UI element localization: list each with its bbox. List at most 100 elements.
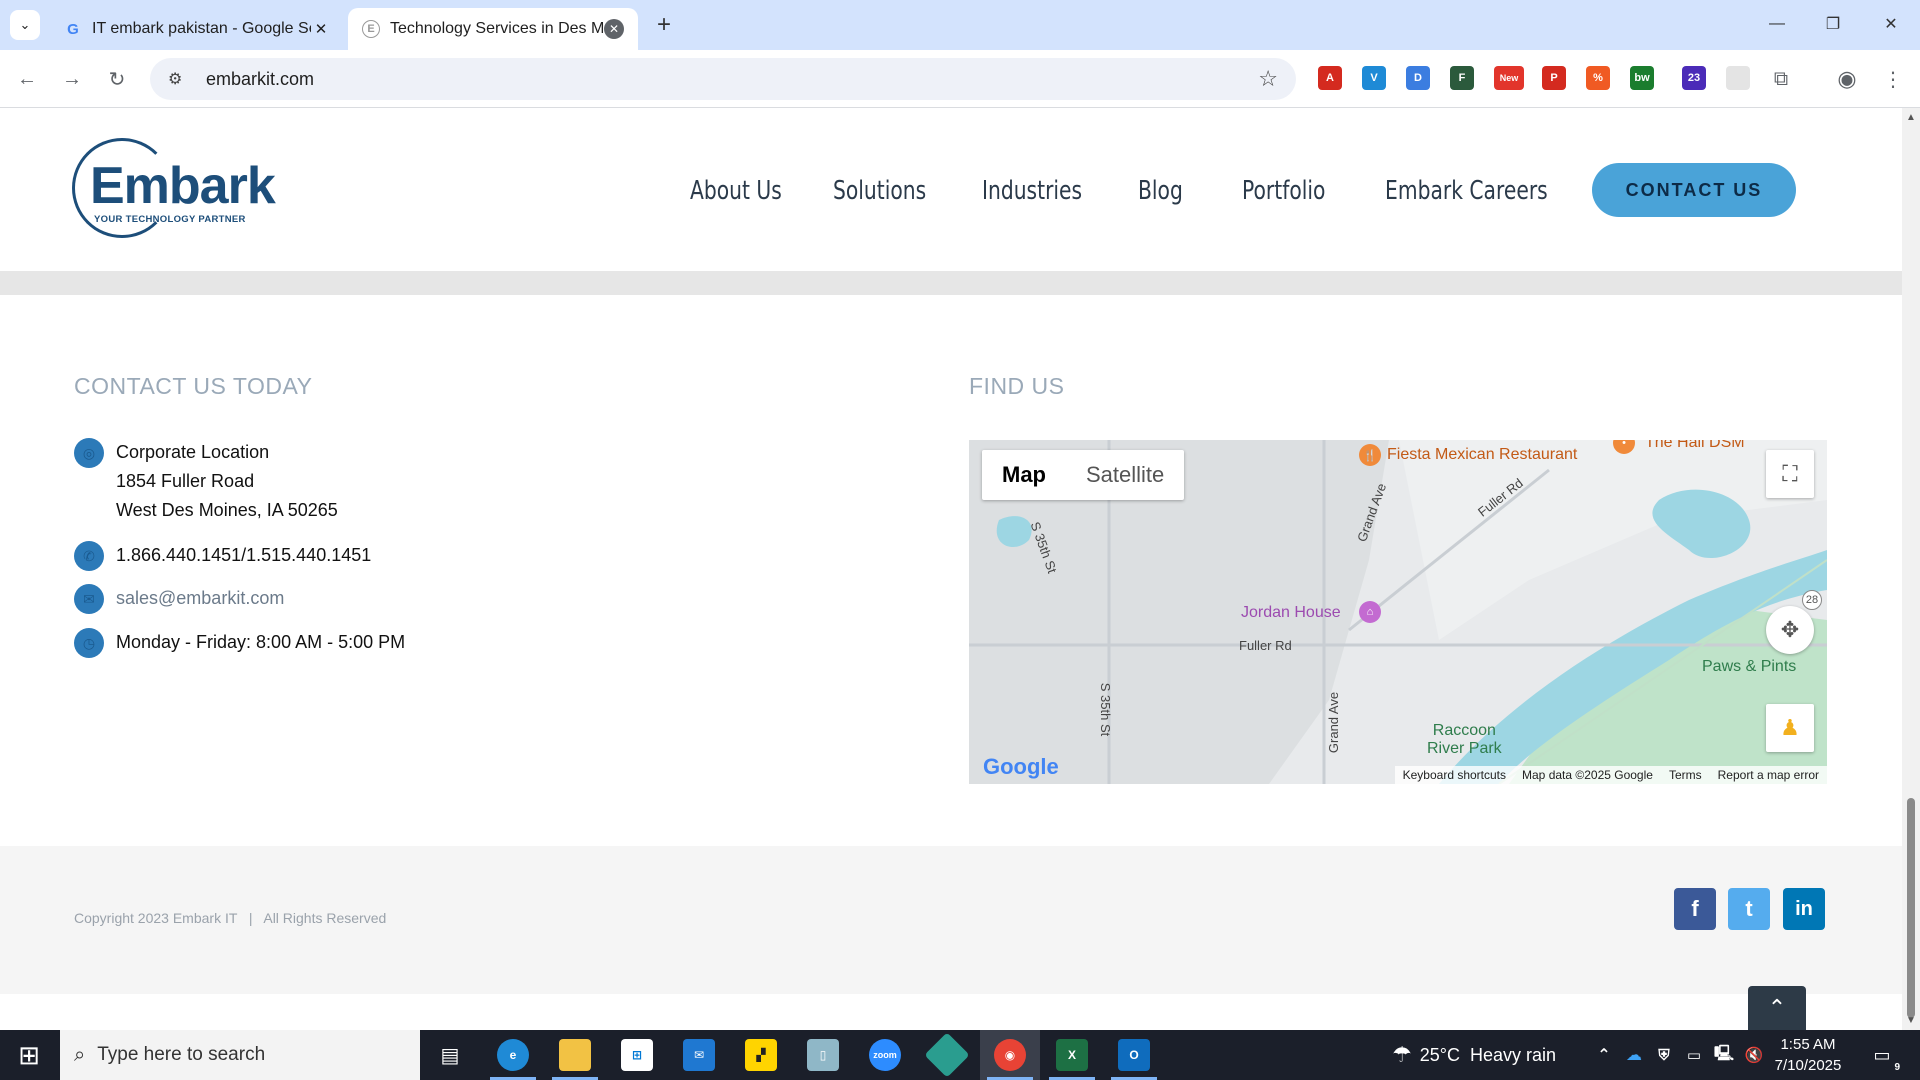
restaurant-poi-icon[interactable]: 🍴 (1359, 444, 1381, 466)
linkedin-button[interactable]: in (1783, 888, 1825, 930)
reload-button[interactable]: ↻ (102, 64, 132, 94)
close-tab-icon[interactable]: ✕ (604, 19, 624, 39)
arrow-left-icon: ← (17, 67, 37, 90)
address-bar[interactable]: ⚙ embarkit.com ☆ (150, 58, 1296, 100)
menu-kebab-icon[interactable]: ⋮ (1878, 64, 1908, 94)
onedrive-cloud-icon[interactable]: ☁ (1618, 1039, 1650, 1071)
google-logo[interactable]: Google (983, 754, 1059, 780)
profile-icon[interactable]: ◉ (1832, 64, 1862, 94)
network-icon[interactable]: 🖳 (1708, 1039, 1740, 1071)
embark-logo[interactable]: Embark YOUR TECHNOLOGY PARTNER (72, 138, 276, 242)
edge-icon[interactable]: e (497, 1039, 529, 1071)
outlook-icon[interactable]: O (1118, 1039, 1150, 1071)
terms-link[interactable]: Terms (1669, 768, 1702, 782)
bw-extension-icon[interactable]: bw (1630, 66, 1654, 90)
zoom-icon[interactable]: zoom (869, 1039, 901, 1071)
keyboard-shortcuts-link[interactable]: Keyboard shortcuts (1403, 768, 1506, 782)
browser-tab-google[interactable]: G IT embark pakistan - Google Se ✕ (50, 8, 345, 50)
excel-icon[interactable]: X (1056, 1039, 1088, 1071)
sticky-notes-icon[interactable]: ▞ (745, 1039, 777, 1071)
battery-icon[interactable]: ▭ (1678, 1039, 1710, 1071)
contact-us-button[interactable]: CONTACT US (1592, 163, 1796, 217)
weather-widget[interactable]: ☂ 25°C Heavy rain (1392, 1042, 1556, 1068)
nav-blog[interactable]: Blog (1138, 176, 1183, 206)
start-button[interactable]: ⊞ (0, 1030, 58, 1080)
pdf-extension-icon[interactable]: A (1318, 66, 1342, 90)
task-view-icon[interactable]: ▤ (434, 1039, 466, 1071)
folder-extension-icon[interactable]: F (1450, 66, 1474, 90)
location-city: West Des Moines, IA 50265 (116, 500, 338, 520)
notification-center-icon[interactable]: ▭ 9 (1866, 1039, 1900, 1074)
scrollbar-thumb[interactable] (1907, 798, 1915, 1018)
notification-count: 9 (1894, 1062, 1900, 1073)
embark-favicon-icon: E (362, 20, 380, 38)
google-map[interactable]: Map Satellite ⛶ ✥ ♟ 🍴 Fiesta Mexican Res… (969, 440, 1827, 784)
back-button[interactable]: ← (12, 64, 42, 94)
tab-title: IT embark pakistan - Google Se (92, 20, 311, 37)
location-pin-icon: ◎ (74, 438, 104, 468)
map-label-jordan[interactable]: Jordan House (1241, 604, 1341, 622)
taskbar-search-box[interactable]: ⌕ Type here to search (60, 1030, 420, 1080)
new-extension-icon[interactable]: New (1494, 66, 1524, 90)
new-tab-button[interactable]: + (650, 11, 678, 39)
extensions-puzzle-icon[interactable]: ⧉ (1766, 64, 1796, 94)
page-scrollbar[interactable]: ▲ ▼ (1902, 108, 1920, 1030)
security-icon[interactable]: ⛨ (1648, 1039, 1680, 1071)
nav-embark-careers[interactable]: Embark Careers (1385, 176, 1548, 206)
bookmark-star-icon[interactable]: ☆ (1258, 66, 1278, 92)
scroll-to-top-button[interactable]: ⌃ (1748, 986, 1806, 1030)
store-icon[interactable]: ⊞ (621, 1039, 653, 1071)
site-info-icon[interactable]: ⚙ (168, 69, 194, 89)
tray-chevron-up-icon[interactable]: ⌃ (1588, 1039, 1620, 1071)
scroll-up-arrow-icon[interactable]: ▲ (1906, 112, 1916, 123)
contact-section-title: CONTACT US TODAY (74, 373, 313, 399)
windows-taskbar: ⊞ ⌕ Type here to search ▤ e ⊞ ✉ ▞ ▯ zoom… (0, 1030, 1920, 1080)
clock-icon: ◷ (74, 628, 104, 658)
shield-extension-icon[interactable]: V (1362, 66, 1386, 90)
map-label-fiesta[interactable]: Fiesta Mexican Restaurant (1387, 446, 1577, 464)
museum-poi-icon[interactable]: ⌂ (1359, 601, 1381, 623)
mail-icon[interactable]: ✉ (683, 1039, 715, 1071)
app-diamond-icon[interactable] (924, 1032, 970, 1078)
percent-extension-icon[interactable]: % (1586, 66, 1610, 90)
map-label-raccoon-river-park[interactable]: Raccoon River Park (1427, 722, 1502, 758)
browser-tab-embark[interactable]: E Technology Services in Des Moi ✕ (348, 8, 638, 50)
browser-toolbar: ← → ↻ ⚙ embarkit.com ☆ A V D F New P% bw 23 ⧉ ◉… (0, 50, 1920, 108)
close-tab-icon[interactable]: ✕ (311, 19, 331, 39)
map-label-hall[interactable]: The Hall DSM (1645, 440, 1745, 452)
scroll-down-arrow-icon[interactable]: ▼ (1906, 1015, 1916, 1026)
location-label: Corporate Location (116, 442, 270, 462)
pokeball-extension-icon[interactable]: P (1542, 66, 1566, 90)
grad-extension-icon[interactable]: 23 (1682, 66, 1706, 90)
doc-extension-icon[interactable]: D (1406, 66, 1430, 90)
nav-solutions[interactable]: Solutions (833, 176, 926, 206)
map-camera-control[interactable]: ✥ (1766, 606, 1814, 654)
map-label-fuller-rd: Fuller Rd (1239, 638, 1292, 653)
report-map-error-link[interactable]: Report a map error (1718, 768, 1819, 782)
email-link[interactable]: sales@embarkit.com (116, 584, 284, 613)
fullscreen-button[interactable]: ⛶ (1766, 450, 1814, 498)
notepad-icon[interactable]: ▯ (807, 1039, 839, 1071)
tab-search-button[interactable]: ⌄ (10, 10, 40, 40)
forward-button[interactable]: → (57, 64, 87, 94)
blank-extension-icon[interactable] (1726, 66, 1750, 90)
nav-about-us[interactable]: About Us (690, 176, 782, 206)
street-view-pegman[interactable]: ♟ (1766, 704, 1814, 752)
location-text: Corporate Location 1854 Fuller Road West… (116, 438, 338, 525)
minimize-button[interactable]: — (1752, 6, 1802, 42)
weather-rain-icon: ☂ (1392, 1042, 1412, 1067)
hours-text: Monday - Friday: 8:00 AM - 5:00 PM (116, 632, 406, 652)
map-label-paws-pints[interactable]: Paws & Pints (1702, 658, 1796, 676)
close-window-button[interactable]: ✕ (1866, 6, 1916, 42)
map-type-satellite-button[interactable]: Satellite (1066, 450, 1184, 500)
twitter-button[interactable]: t (1728, 888, 1770, 930)
file-explorer-icon[interactable] (559, 1039, 591, 1071)
chrome-icon[interactable]: ◉ (994, 1039, 1026, 1071)
map-type-map-button[interactable]: Map (982, 450, 1066, 500)
facebook-button[interactable]: f (1674, 888, 1716, 930)
clock-time: 1:55 AM (1780, 1036, 1836, 1053)
restore-button[interactable]: ❐ (1808, 6, 1858, 42)
nav-portfolio[interactable]: Portfolio (1242, 176, 1325, 206)
taskbar-clock[interactable]: 1:55 AM 7/10/2025 (1766, 1034, 1850, 1076)
nav-industries[interactable]: Industries (982, 176, 1082, 206)
